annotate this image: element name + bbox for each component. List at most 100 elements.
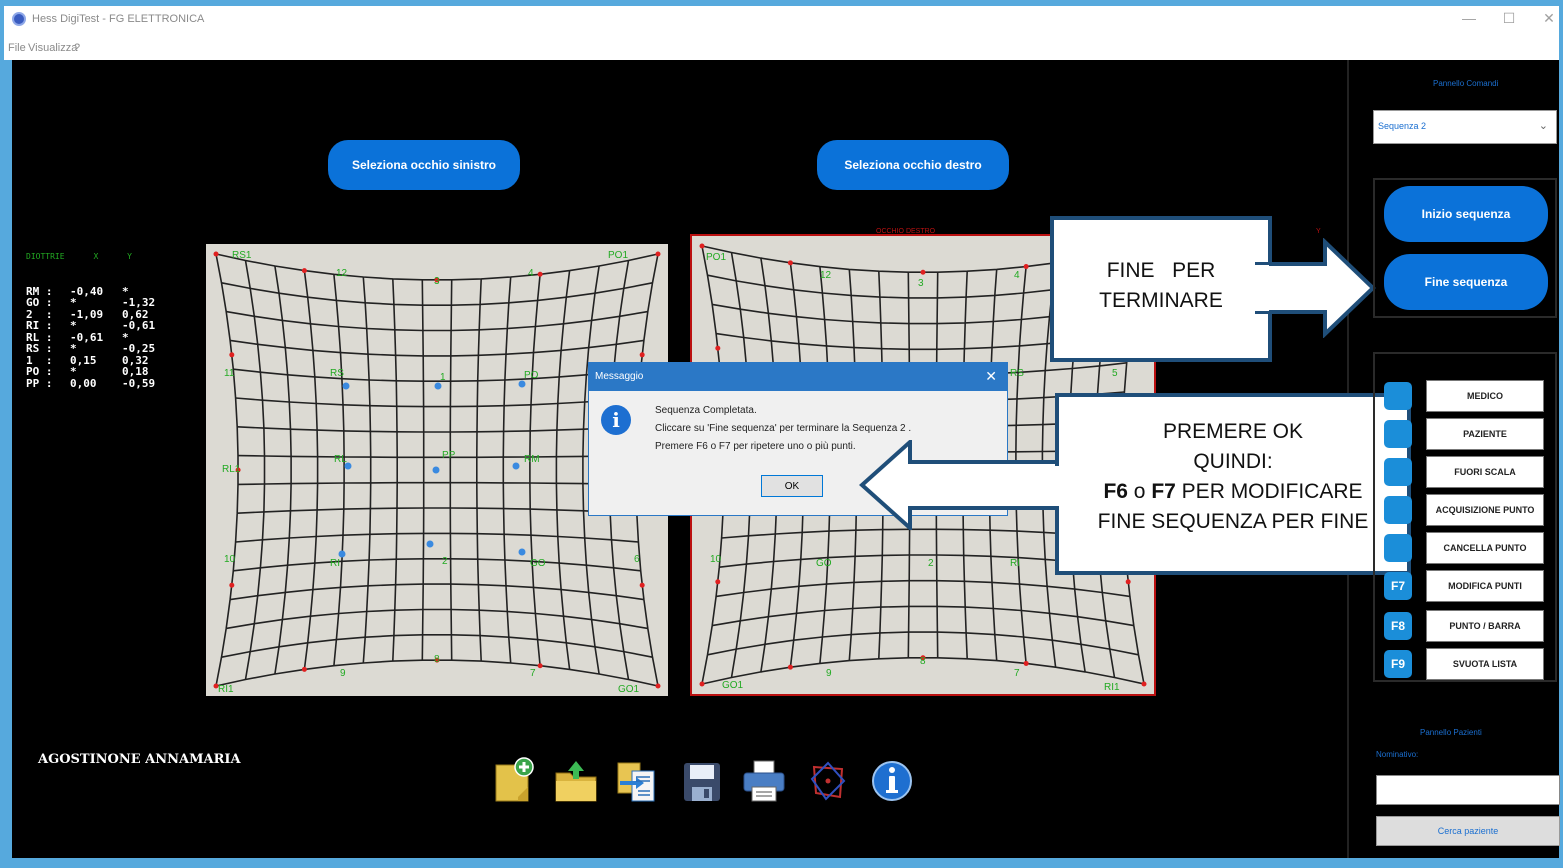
- grid-line: [362, 276, 372, 664]
- function-button[interactable]: PAZIENTE: [1426, 418, 1544, 450]
- menu-help[interactable]: ?: [74, 42, 80, 54]
- grid-line: [237, 481, 637, 486]
- grid-label: RM: [524, 454, 540, 465]
- grid-line: [226, 310, 648, 332]
- right-eye-y-label: Y: [1316, 228, 1321, 235]
- grid-line: [715, 579, 1131, 598]
- end-sequence-button[interactable]: Fine sequenza: [1384, 254, 1548, 310]
- callout-ok-line-2: QUINDI:: [1193, 450, 1273, 473]
- grid-line: [712, 605, 1134, 627]
- reference-point: [715, 345, 721, 351]
- start-sequence-button[interactable]: Inizio sequenza: [1384, 186, 1548, 242]
- diopter-row: RI : * -0,61: [26, 319, 156, 332]
- function-button[interactable]: MODIFICA PUNTI: [1426, 570, 1544, 602]
- diopter-table: DIOTTRIE X Y RM : -0,40 * GO : * -1,32 2 : -1,0…: [26, 228, 176, 412]
- grid-label: PO1: [706, 252, 726, 263]
- reference-point: [787, 260, 793, 266]
- grid-line: [229, 583, 645, 601]
- reference-point: [213, 251, 219, 257]
- grid-label: 4: [528, 268, 534, 279]
- grid-line: [421, 279, 425, 661]
- grid-label: RI1: [1104, 682, 1120, 693]
- reference-point: [1023, 264, 1029, 270]
- reference-point: [699, 243, 705, 249]
- patient-name-input[interactable]: [1376, 775, 1560, 805]
- callout-end-sequence: FINE PER TERMINARE: [1050, 216, 1272, 362]
- reference-point: [301, 666, 307, 672]
- reference-point: [787, 664, 793, 670]
- reference-point: [639, 582, 645, 588]
- dialog-line-1: Sequenza Completata.: [655, 405, 757, 416]
- grid-line: [235, 532, 639, 543]
- grid-label: 1: [440, 372, 446, 383]
- callout-end-line-1: FINE PER: [1106, 259, 1216, 282]
- grid-line: [226, 608, 648, 630]
- callout-ok-line-3: F6 o F7 PER MODIFICARE: [1103, 480, 1363, 503]
- maximize-button[interactable]: ☐: [1497, 10, 1521, 27]
- grid-label: GO1: [722, 680, 744, 691]
- function-button[interactable]: SVUOTA LISTA: [1426, 648, 1544, 680]
- grid-label: RL: [334, 454, 347, 465]
- function-key-badge: [1384, 458, 1412, 486]
- function-key-badge: F7: [1384, 572, 1412, 600]
- grid-label: RL1: [222, 464, 241, 475]
- arrow-right-icon: [1255, 238, 1376, 338]
- open-folder-icon[interactable]: [554, 755, 598, 805]
- grid-label: PP: [442, 450, 456, 461]
- grid-label: 8: [434, 654, 440, 665]
- info-icon[interactable]: [870, 755, 914, 805]
- close-button[interactable]: ✕: [1537, 10, 1561, 27]
- function-key-badge: [1384, 534, 1412, 562]
- menu-file[interactable]: File: [8, 42, 26, 54]
- reference-point: [920, 269, 926, 275]
- new-patient-icon[interactable]: [492, 755, 536, 805]
- grid-line: [303, 270, 319, 670]
- function-button[interactable]: PUNTO / BARRA: [1426, 610, 1544, 642]
- measured-point: [518, 548, 526, 556]
- grid-label: GO1: [618, 684, 640, 695]
- dialog-line-2: Cliccare su 'Fine sequenza' per terminar…: [655, 423, 912, 434]
- save-icon[interactable]: [680, 755, 724, 805]
- select-right-eye-button[interactable]: Seleziona occhio destro: [817, 140, 1009, 190]
- dialog-ok-button[interactable]: OK: [761, 475, 823, 497]
- minimize-button[interactable]: —: [1457, 10, 1481, 26]
- reference-point: [537, 271, 543, 277]
- command-panel-title: Pannello Comandi: [1433, 79, 1499, 88]
- menu-view[interactable]: Visualizza: [28, 42, 77, 54]
- grid-label: RI1: [218, 684, 234, 695]
- grid-label: 4: [1014, 270, 1020, 281]
- grid-label: PO: [524, 370, 539, 381]
- grid-label: 2: [928, 558, 934, 569]
- hess-chart-icon[interactable]: [806, 755, 850, 805]
- dialog-close-button[interactable]: ✕: [985, 368, 997, 385]
- callout-ok-line-4: FINE SEQUENZA PER FINE: [1097, 510, 1369, 533]
- reference-point: [537, 663, 543, 669]
- grid-label: 9: [340, 668, 346, 679]
- grid-label: 9: [826, 668, 832, 679]
- search-patient-button[interactable]: Cerca paziente: [1376, 816, 1560, 846]
- reference-point: [1023, 660, 1029, 666]
- arrow-joint-2: [1053, 466, 1063, 506]
- function-button[interactable]: FUORI SCALA: [1426, 456, 1544, 488]
- function-key-badge: F9: [1384, 650, 1412, 678]
- print-icon[interactable]: [742, 755, 786, 805]
- grid-label: RI: [330, 558, 340, 569]
- grid-label: 10: [710, 554, 722, 565]
- patient-name: AGOSTINONE ANNAMARIA: [38, 752, 241, 767]
- function-button[interactable]: CANCELLA PUNTO: [1426, 532, 1544, 564]
- function-key-badge: [1384, 496, 1412, 524]
- function-button[interactable]: MEDICO: [1426, 380, 1544, 412]
- select-left-eye-button[interactable]: Seleziona occhio sinistro: [328, 140, 520, 190]
- grid-label: 11: [224, 368, 235, 379]
- import-icon[interactable]: [614, 755, 658, 805]
- name-label: Nominativo:: [1376, 750, 1419, 759]
- grid-label: 7: [530, 668, 536, 679]
- grid-line: [502, 276, 512, 664]
- dialog-title-bar: Messaggio ✕: [589, 363, 1007, 391]
- diopter-header: DIOTTRIE X Y: [26, 252, 132, 261]
- reference-point: [229, 582, 235, 588]
- measured-point: [432, 466, 440, 474]
- sequence-select[interactable]: Sequenza 2 ⌄: [1373, 110, 1557, 144]
- diopter-row: PP :0,00 -0,59: [26, 376, 156, 390]
- function-button[interactable]: ACQUISIZIONE PUNTO: [1426, 494, 1544, 526]
